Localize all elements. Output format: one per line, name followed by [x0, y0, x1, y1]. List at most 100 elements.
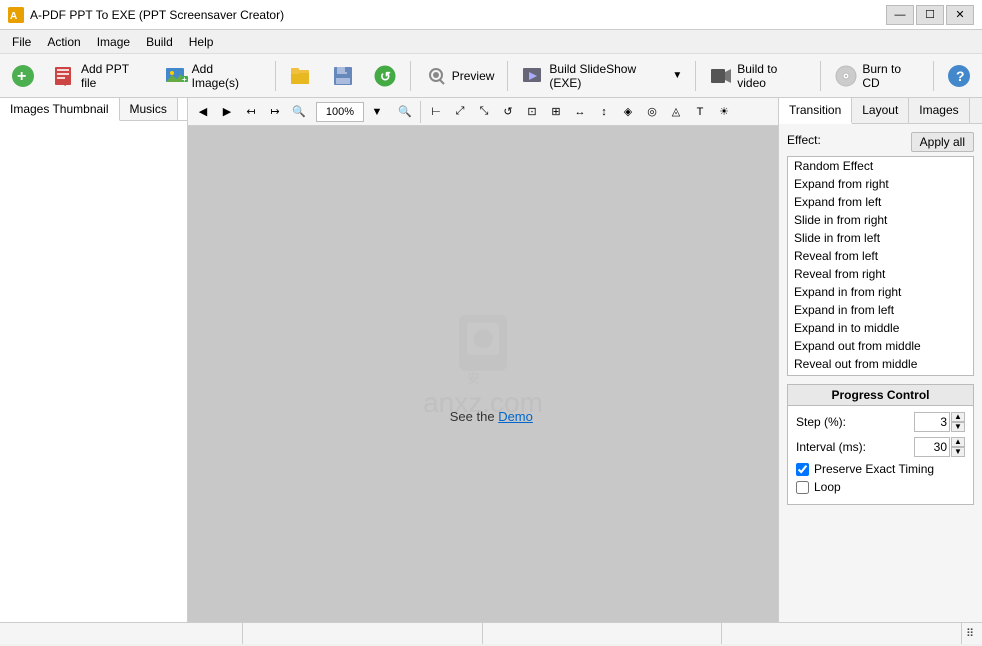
step-up-button[interactable]: ▲	[951, 412, 965, 422]
minimize-button[interactable]: —	[886, 5, 914, 25]
move-left-button[interactable]: ↤	[240, 101, 262, 123]
effect-item-7[interactable]: Expand in from right	[788, 283, 973, 301]
preview-label: Preview	[452, 69, 495, 83]
close-button[interactable]: ✕	[946, 5, 974, 25]
preview-button[interactable]: Preview	[417, 60, 502, 92]
move-right-button[interactable]: ↦	[264, 101, 286, 123]
right-tabs: Transition Layout Images	[779, 98, 982, 124]
loop-label[interactable]: Loop	[814, 480, 841, 494]
expand-button[interactable]: ⤢	[449, 101, 471, 123]
effect3-button[interactable]: ◬	[665, 101, 687, 123]
effect-item-11[interactable]: Reveal out from middle	[788, 355, 973, 373]
progress-title: Progress Control	[788, 385, 973, 406]
add-image-label: Add Image(s)	[192, 62, 262, 90]
effect-item-4[interactable]: Slide in from left	[788, 229, 973, 247]
select-button[interactable]: ⊞	[545, 101, 567, 123]
tab-images[interactable]: Images	[909, 98, 969, 123]
svg-text:A: A	[10, 11, 17, 22]
status-segment-1	[4, 623, 243, 644]
step-input[interactable]	[914, 412, 950, 432]
effect-item-10[interactable]: Expand out from middle	[788, 337, 973, 355]
effect-list[interactable]: Random Effect Expand from right Expand f…	[788, 157, 973, 375]
prev-button[interactable]: ◀	[192, 101, 214, 123]
effect2-button[interactable]: ◎	[641, 101, 663, 123]
text-button[interactable]: T	[689, 101, 711, 123]
menu-build[interactable]: Build	[138, 33, 181, 51]
toolbar-divider-6	[933, 61, 934, 91]
loop-row: Loop	[796, 480, 965, 494]
add-image-button[interactable]: + Add Image(s)	[157, 58, 269, 94]
effect-item-8[interactable]: Expand in from left	[788, 301, 973, 319]
effect-item-0[interactable]: Random Effect	[788, 157, 973, 175]
flipv-button[interactable]: ↕	[593, 101, 615, 123]
preserve-timing-checkbox[interactable]	[796, 463, 809, 476]
refresh-button[interactable]: ↺	[366, 60, 404, 92]
burn-cd-button[interactable]: Burn to CD	[827, 58, 927, 94]
menu-file[interactable]: File	[4, 33, 39, 51]
new-icon: +	[11, 64, 35, 88]
status-segment-3	[483, 623, 722, 644]
new-button[interactable]: +	[4, 60, 42, 92]
tab-transition[interactable]: Transition	[779, 98, 852, 124]
left-panel-content	[0, 121, 187, 622]
crop-button[interactable]: ⊡	[521, 101, 543, 123]
loop-checkbox[interactable]	[796, 481, 809, 494]
effect-item-3[interactable]: Slide in from right	[788, 211, 973, 229]
main-toolbar: + P Add PPT file + Add Image(s)	[0, 54, 982, 98]
effect-item-5[interactable]: Reveal from left	[788, 247, 973, 265]
interval-input-group: ▲ ▼	[914, 437, 965, 457]
help-button[interactable]: ?	[940, 60, 978, 92]
effect-list-container: Random Effect Expand from right Expand f…	[787, 156, 974, 376]
preserve-timing-row: Preserve Exact Timing	[796, 462, 965, 476]
effect-item-6[interactable]: Reveal from right	[788, 265, 973, 283]
tab-musics[interactable]: Musics	[120, 98, 178, 120]
build-video-button[interactable]: Build to video	[702, 58, 814, 94]
step-down-button[interactable]: ▼	[951, 422, 965, 432]
open-button[interactable]	[282, 60, 320, 92]
step-input-group: ▲ ▼	[914, 412, 965, 432]
effect-item-12[interactable]: Reveal in from sides	[788, 373, 973, 375]
effect-item-2[interactable]: Expand from left	[788, 193, 973, 211]
right-panel: Transition Layout Images Effect: Apply a…	[778, 98, 982, 622]
status-bar: ⠿	[0, 622, 982, 644]
align-left-button[interactable]: ⊢	[425, 101, 447, 123]
zoom-group: ▼	[316, 101, 388, 123]
build-slideshow-button[interactable]: Build SlideShow (EXE) ▼	[514, 58, 689, 94]
zoom-in-button[interactable]: 🔍	[394, 101, 416, 123]
title-controls: — ☐ ✕	[886, 5, 974, 25]
menu-help[interactable]: Help	[181, 33, 222, 51]
next-button[interactable]: ▶	[216, 101, 238, 123]
preserve-timing-label[interactable]: Preserve Exact Timing	[814, 462, 934, 476]
center-panel: ◀ ▶ ↤ ↦ 🔍 ▼ 🔍 ⊢ ⤢ ⤡ ↺ ⊡ ⊞ ↔ ↕ ◈ ◎ ◬ T ☀	[188, 98, 778, 622]
maximize-button[interactable]: ☐	[916, 5, 944, 25]
image-icon: +	[164, 64, 188, 88]
left-tabs: Images Thumbnail Musics	[0, 98, 187, 121]
toolbar-divider-3	[507, 61, 508, 91]
effect1-button[interactable]: ◈	[617, 101, 639, 123]
save-button[interactable]	[324, 60, 362, 92]
demo-link[interactable]: Demo	[498, 409, 533, 424]
sub-toolbar: ◀ ▶ ↤ ↦ 🔍 ▼ 🔍 ⊢ ⤢ ⤡ ↺ ⊡ ⊞ ↔ ↕ ◈ ◎ ◬ T ☀	[188, 98, 778, 126]
zoom-out-button[interactable]: 🔍	[288, 101, 310, 123]
burn-cd-label: Burn to CD	[862, 62, 920, 90]
shrink-button[interactable]: ⤡	[473, 101, 495, 123]
interval-up-button[interactable]: ▲	[951, 437, 965, 447]
fliph-button[interactable]: ↔	[569, 101, 591, 123]
add-ppt-button[interactable]: P Add PPT file	[46, 58, 153, 94]
menu-image[interactable]: Image	[89, 33, 138, 51]
right-panel-content: Effect: Apply all Random Effect Expand f…	[779, 124, 982, 622]
interval-down-button[interactable]: ▼	[951, 447, 965, 457]
apply-all-button[interactable]: Apply all	[911, 132, 974, 152]
effect-item-9[interactable]: Expand in to middle	[788, 319, 973, 337]
step-label: Step (%):	[796, 415, 914, 429]
tab-layout[interactable]: Layout	[852, 98, 909, 123]
rotate-ccw-button[interactable]: ↺	[497, 101, 519, 123]
effect-item-1[interactable]: Expand from right	[788, 175, 973, 193]
interval-input[interactable]	[914, 437, 950, 457]
save-icon	[331, 64, 355, 88]
tab-images-thumbnail[interactable]: Images Thumbnail	[0, 98, 120, 121]
zoom-input[interactable]	[316, 102, 364, 122]
menu-action[interactable]: Action	[39, 33, 88, 51]
zoom-dropdown[interactable]: ▼	[366, 101, 388, 123]
brightness-button[interactable]: ☀	[713, 101, 735, 123]
